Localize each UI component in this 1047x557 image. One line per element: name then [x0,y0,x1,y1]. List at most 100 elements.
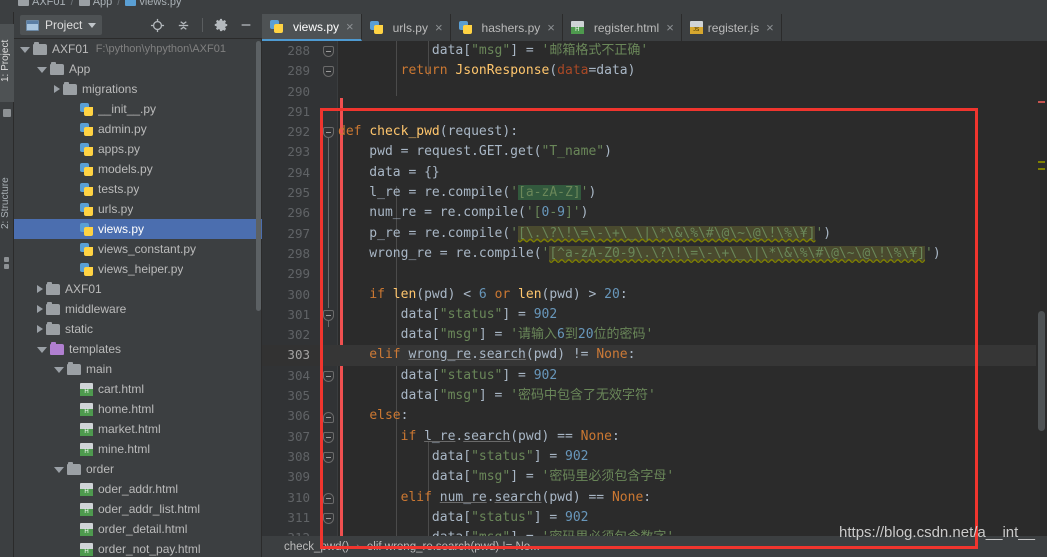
tree-item-oder-addr-html[interactable]: oder_addr.html [14,479,262,499]
code-lines[interactable]: 288 data["msg"] = '邮箱格式不正确' 289 return Js… [262,41,1047,536]
toolbar-divider [202,18,203,32]
tree-item-main[interactable]: main [14,359,262,379]
code-editor[interactable]: 288 data["msg"] = '邮箱格式不正确' 289 return Js… [262,41,1047,536]
editor-tab-label: register.js [707,20,760,35]
code-line-307[interactable]: 307 if l_re.search(pwd) == None: [262,427,1047,447]
code-line-304[interactable]: 304 data["status"] = 902 [262,366,1047,386]
collapse-all-icon[interactable] [176,18,191,33]
tree-item-templates[interactable]: templates [14,339,262,359]
scrollbar-thumb[interactable] [1038,311,1045,431]
tree-item-mine-html[interactable]: mine.html [14,439,262,459]
chevron-down-icon[interactable] [20,47,30,53]
code-line-303[interactable]: 303 elif wrong_re.search(pwd) != None: [262,345,1047,366]
tree-item-models-py[interactable]: models.py [14,159,262,179]
gear-icon[interactable] [214,18,228,32]
code-line-306[interactable]: 306 else: [262,406,1047,426]
tree-item--init-py[interactable]: __init__.py [14,99,262,119]
tree-item-migrations[interactable]: migrations [14,79,262,99]
close-icon[interactable]: × [666,21,674,34]
tree-item-cart-html[interactable]: cart.html [14,379,262,399]
tree-item-app[interactable]: App [14,59,262,79]
tree-item-urls-py[interactable]: urls.py [14,199,262,219]
breadcrumb-item-axf01[interactable]: AXF01 [32,0,66,8]
project-view-selector[interactable]: Project [20,15,103,35]
tree-item-market-html[interactable]: market.html [14,419,262,439]
code-line-295[interactable]: 295 l_re = re.compile('[a-zA-Z]') [262,183,1047,203]
close-icon[interactable]: × [547,21,555,34]
line-content: if l_re.search(pwd) == None: [338,428,620,444]
tree-item-middleware[interactable]: middleware [14,299,262,319]
code-line-291[interactable]: 291 [262,102,1047,122]
minimize-icon[interactable] [239,18,253,32]
close-icon[interactable]: × [435,21,443,34]
editor-tab-register-js[interactable]: register.js × [681,14,782,41]
tree-item-order-detail-html[interactable]: order_detail.html [14,519,262,539]
code-line-308[interactable]: 308 data["status"] = 902 [262,447,1047,467]
chevron-down-icon[interactable] [37,67,47,73]
code-line-290[interactable]: 290 [262,82,1047,102]
tree-item-label: apps.py [98,142,141,156]
editor-vertical-scrollbar[interactable] [1036,41,1047,536]
chevron-right-icon[interactable] [37,325,43,333]
chevron-right-icon[interactable] [37,285,43,293]
tree-item-static[interactable]: static [14,319,262,339]
line-number: 288 [287,43,310,58]
chevron-right-icon[interactable] [54,85,60,93]
chevron-down-icon[interactable] [37,347,47,353]
code-line-294[interactable]: 294 data = {} [262,163,1047,183]
project-toolbar: Project [14,12,262,39]
tool-tab-structure[interactable]: 2: Structure [0,162,14,248]
code-line-298[interactable]: 298 wrong_re = re.compile('[^a-zA-Z0-9\.… [262,244,1047,264]
chevron-right-icon[interactable] [37,305,43,313]
tree-item-views-constant-py[interactable]: views_constant.py [14,239,262,259]
tree-item-order[interactable]: order [14,459,262,479]
code-line-305[interactable]: 305 data["msg"] = '密码中包含了无效字符' [262,386,1047,406]
chevron-down-icon[interactable] [54,467,64,473]
breadcrumb-function[interactable]: check_pwd() [284,541,349,553]
close-icon[interactable]: × [766,21,774,34]
code-line-310[interactable]: 310 elif num_re.search(pwd) == None: [262,488,1047,508]
close-icon[interactable]: × [346,20,354,33]
warning-stripe-marker[interactable] [1038,168,1045,170]
tree-item-admin-py[interactable]: admin.py [14,119,262,139]
tree-item-home-html[interactable]: home.html [14,399,262,419]
code-line-296[interactable]: 296 num_re = re.compile('[0-9]') [262,203,1047,223]
tool-tab-project[interactable]: 1: Project [0,24,14,102]
chevron-down-icon[interactable] [54,367,64,373]
code-line-300[interactable]: 300 if len(pwd) < 6 or len(pwd) > 20: [262,285,1047,305]
breadcrumb-item-app[interactable]: App [93,0,113,8]
tree-item-axf01[interactable]: AXF01 F:\python\yhpython\AXF01 [14,39,262,59]
error-stripe-marker[interactable] [1038,101,1045,103]
code-line-301[interactable]: 301 data["status"] = 902 [262,305,1047,325]
code-line-299[interactable]: 299 [262,264,1047,284]
code-line-311[interactable]: 311 data["status"] = 902 [262,508,1047,528]
warning-stripe-marker[interactable] [1038,161,1045,163]
code-line-288[interactable]: 288 data["msg"] = '邮箱格式不正确' [262,41,1047,61]
editor-tab-register-html[interactable]: register.html × [562,14,682,41]
breadcrumb-item-viewspy[interactable]: views.py [139,0,181,8]
code-line-309[interactable]: 309 data["msg"] = '密码里必须包含字母' [262,467,1047,487]
code-line-312[interactable]: 312 data["msg"] = '密码里必须包含数字' [262,528,1047,536]
tree-item-order-not-pay-html[interactable]: order_not_pay.html [14,539,262,557]
project-tree-scrollbar[interactable] [256,41,261,311]
tree-item-tests-py[interactable]: tests.py [14,179,262,199]
tree-item-oder-addr-list-html[interactable]: oder_addr_list.html [14,499,262,519]
code-line-297[interactable]: 297 p_re = re.compile('[\.\?\!\=\-\+\_\|… [262,224,1047,244]
code-line-293[interactable]: 293 pwd = request.GET.get("T_name") [262,142,1047,162]
tree-item-views-py[interactable]: views.py [14,219,262,239]
editor-tab-hashers-py[interactable]: hashers.py × [450,14,563,41]
tree-item-views-heiper-py[interactable]: views_heiper.py [14,259,262,279]
editor-tab-views-py[interactable]: views.py × [262,14,362,41]
code-line-302[interactable]: 302 data["msg"] = '请输入6到20位的密码' [262,325,1047,345]
project-tree[interactable]: AXF01 F:\python\yhpython\AXF01 App migratio… [14,39,262,557]
breadcrumb-statement[interactable]: elif wrong_re.search(pwd) != No... [367,541,540,553]
folder-icon [67,461,81,475]
code-line-289[interactable]: 289 return JsonResponse(data=data) [262,61,1047,81]
tree-item-apps-py[interactable]: apps.py [14,139,262,159]
locate-target-icon[interactable] [150,18,165,33]
tree-item-axf01[interactable]: AXF01 [14,279,262,299]
editor-tab-urls-py[interactable]: urls.py × [361,14,451,41]
code-line-292[interactable]: 292 def check_pwd(request): [262,122,1047,142]
